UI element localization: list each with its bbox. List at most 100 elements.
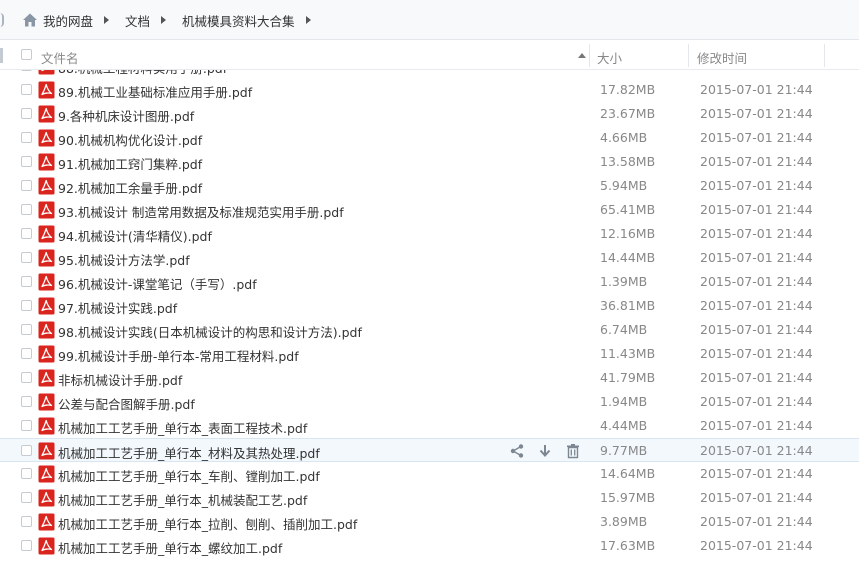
file-size: 12.16MB [600, 226, 656, 241]
row-checkbox[interactable] [21, 540, 32, 551]
file-name[interactable]: 9.各种机床设计图册.pdf [58, 106, 194, 125]
home-icon[interactable] [22, 12, 38, 28]
back-edge-icon[interactable] [0, 13, 4, 27]
pdf-file-icon [38, 297, 55, 315]
row-checkbox[interactable] [21, 516, 32, 527]
column-time-header[interactable]: 修改时间 [697, 48, 747, 67]
file-name[interactable]: 91.机械加工窍门集粹.pdf [58, 154, 202, 173]
pdf-file-icon [38, 70, 55, 75]
file-name[interactable]: 92.机械加工余量手册.pdf [58, 178, 202, 197]
share-icon[interactable] [509, 443, 525, 459]
file-modified-time: 2015-07-01 21:44 [700, 322, 813, 337]
file-name[interactable]: 89.机械工业基础标准应用手册.pdf [58, 82, 252, 101]
file-name[interactable]: 机械加工工艺手册_单行本_材料及其热处理.pdf [58, 443, 320, 462]
column-name-header[interactable]: 文件名 [41, 48, 79, 67]
file-name[interactable]: 机械加工工艺手册_单行本_拉削、刨削、插削加工.pdf [58, 514, 357, 533]
column-divider[interactable] [589, 44, 590, 67]
row-checkbox[interactable] [21, 420, 32, 431]
pdf-file-icon [38, 417, 55, 435]
row-checkbox[interactable] [21, 396, 32, 407]
file-list[interactable]: 88.机械工程材料实用手册.pdf 32.01MB 2015-07-01 21:… [0, 70, 859, 563]
column-divider[interactable] [688, 44, 689, 67]
row-checkbox[interactable] [21, 180, 32, 191]
row-checkbox[interactable] [21, 156, 32, 167]
row-checkbox[interactable] [21, 300, 32, 311]
row-checkbox[interactable] [21, 252, 32, 263]
download-icon[interactable] [537, 443, 553, 459]
breadcrumb-item-documents[interactable]: 文档 [125, 11, 150, 30]
row-checkbox[interactable] [21, 324, 32, 335]
file-name[interactable]: 99.机械设计手册-单行本-常用工程材料.pdf [58, 346, 299, 365]
row-checkbox[interactable] [21, 348, 32, 359]
file-name[interactable]: 95.机械设计方法学.pdf [58, 250, 190, 269]
file-modified-time: 2015-07-01 21:44 [700, 443, 813, 458]
file-row[interactable]: 90.机械机构优化设计.pdf 4.66MB 2015-07-01 21:44 [0, 126, 859, 150]
row-checkbox[interactable] [21, 492, 32, 503]
file-name[interactable]: 非标机械设计手册.pdf [58, 370, 182, 389]
sort-ascending-icon[interactable] [578, 53, 586, 58]
file-row[interactable]: 94.机械设计(清华精仪).pdf 12.16MB 2015-07-01 21:… [0, 222, 859, 246]
row-checkbox[interactable] [21, 468, 32, 479]
pdf-file-icon [38, 489, 55, 507]
row-checkbox[interactable] [21, 84, 32, 95]
file-name[interactable]: 93.机械设计 制造常用数据及标准规范实用手册.pdf [58, 202, 344, 221]
file-row[interactable]: 机械加工工艺手册_单行本_材料及其热处理.pdf 9.77MB 2015-07-… [0, 438, 859, 462]
file-row[interactable]: 89.机械工业基础标准应用手册.pdf 17.82MB 2015-07-01 2… [0, 78, 859, 102]
file-row[interactable]: 机械加工工艺手册_单行本_机械装配工艺.pdf 15.97MB 2015-07-… [0, 486, 859, 510]
breadcrumb-item-folder[interactable]: 机械模具资料大合集 [182, 11, 295, 30]
row-checkbox[interactable] [21, 372, 32, 383]
delete-icon[interactable] [565, 443, 581, 459]
file-name[interactable]: 96.机械设计-课堂笔记（手写）.pdf [58, 274, 257, 293]
file-row[interactable]: 92.机械加工余量手册.pdf 5.94MB 2015-07-01 21:44 [0, 174, 859, 198]
file-row[interactable]: 99.机械设计手册-单行本-常用工程材料.pdf 11.43MB 2015-07… [0, 342, 859, 366]
file-size: 17.82MB [600, 82, 656, 97]
select-all-checkbox[interactable] [21, 49, 32, 60]
file-name[interactable]: 90.机械机构优化设计.pdf [58, 130, 202, 149]
file-row[interactable]: 机械加工工艺手册_单行本_螺纹加工.pdf 17.63MB 2015-07-01… [0, 534, 859, 558]
file-row[interactable]: 97.机械设计实践.pdf 36.81MB 2015-07-01 21:44 [0, 294, 859, 318]
row-checkbox[interactable] [21, 445, 32, 456]
file-modified-time: 2015-07-01 21:44 [700, 370, 813, 385]
column-divider[interactable] [824, 44, 825, 67]
file-rows: 88.机械工程材料实用手册.pdf 32.01MB 2015-07-01 21:… [0, 70, 859, 558]
file-row[interactable]: 96.机械设计-课堂笔记（手写）.pdf 1.39MB 2015-07-01 2… [0, 270, 859, 294]
file-name[interactable]: 97.机械设计实践.pdf [58, 298, 177, 317]
file-size: 5.94MB [600, 178, 648, 193]
file-name[interactable]: 机械加工工艺手册_单行本_表面工程技术.pdf [58, 418, 307, 437]
file-row[interactable]: 9.各种机床设计图册.pdf 23.67MB 2015-07-01 21:44 [0, 102, 859, 126]
row-checkbox[interactable] [21, 70, 32, 71]
file-name[interactable]: 88.机械工程材料实用手册.pdf [58, 70, 227, 77]
row-checkbox[interactable] [21, 228, 32, 239]
file-name[interactable]: 机械加工工艺手册_单行本_车削、镗削加工.pdf [58, 466, 320, 485]
file-modified-time: 2015-07-01 21:44 [700, 82, 813, 97]
header-left-bar [0, 48, 3, 63]
file-name[interactable]: 94.机械设计(清华精仪).pdf [58, 226, 212, 245]
file-name[interactable]: 公差与配合图解手册.pdf [58, 394, 195, 413]
file-row[interactable]: 机械加工工艺手册_单行本_拉削、刨削、插削加工.pdf 3.89MB 2015-… [0, 510, 859, 534]
file-row[interactable]: 机械加工工艺手册_单行本_车削、镗削加工.pdf 14.64MB 2015-07… [0, 462, 859, 486]
row-checkbox[interactable] [21, 132, 32, 143]
file-modified-time: 2015-07-01 21:44 [700, 298, 813, 313]
file-name[interactable]: 机械加工工艺手册_单行本_机械装配工艺.pdf [58, 490, 307, 509]
file-name[interactable]: 98.机械设计实践(日本机械设计的构思和设计方法).pdf [58, 322, 362, 341]
file-row[interactable]: 非标机械设计手册.pdf 41.79MB 2015-07-01 21:44 [0, 366, 859, 390]
file-row[interactable]: 公差与配合图解手册.pdf 1.94MB 2015-07-01 21:44 [0, 390, 859, 414]
file-modified-time: 2015-07-01 21:44 [700, 346, 813, 361]
file-modified-time: 2015-07-01 21:44 [700, 514, 813, 529]
file-row[interactable]: 88.机械工程材料实用手册.pdf 32.01MB 2015-07-01 21:… [0, 70, 859, 78]
column-size-header[interactable]: 大小 [597, 48, 622, 67]
breadcrumb-item-my-drive[interactable]: 我的网盘 [43, 11, 93, 30]
file-row[interactable]: 98.机械设计实践(日本机械设计的构思和设计方法).pdf 6.74MB 201… [0, 318, 859, 342]
file-modified-time: 2015-07-01 21:44 [700, 394, 813, 409]
file-row[interactable]: 93.机械设计 制造常用数据及标准规范实用手册.pdf 65.41MB 2015… [0, 198, 859, 222]
pdf-file-icon [38, 105, 55, 123]
row-checkbox[interactable] [21, 276, 32, 287]
file-row[interactable]: 91.机械加工窍门集粹.pdf 13.58MB 2015-07-01 21:44 [0, 150, 859, 174]
file-size: 9.77MB [600, 443, 648, 458]
row-checkbox[interactable] [21, 108, 32, 119]
row-checkbox[interactable] [21, 204, 32, 215]
file-row[interactable]: 机械加工工艺手册_单行本_表面工程技术.pdf 4.44MB 2015-07-0… [0, 414, 859, 438]
file-row[interactable]: 95.机械设计方法学.pdf 14.44MB 2015-07-01 21:44 [0, 246, 859, 270]
pdf-file-icon [38, 513, 55, 531]
file-name[interactable]: 机械加工工艺手册_单行本_螺纹加工.pdf [58, 538, 282, 557]
